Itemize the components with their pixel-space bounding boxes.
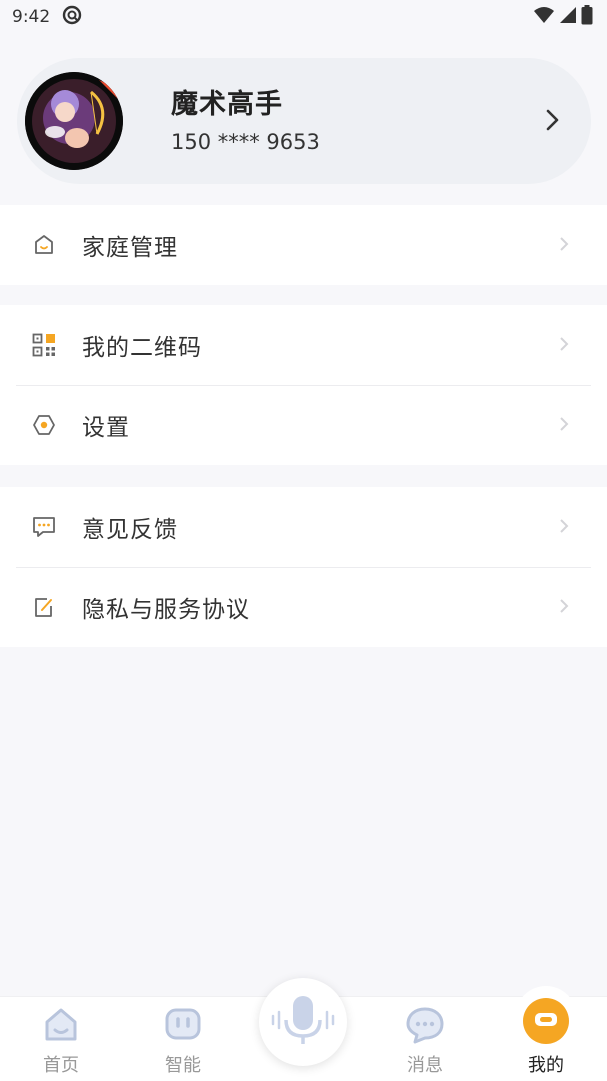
tab-profile[interactable]: 我的 [501, 986, 591, 1081]
chevron-right-icon[interactable] [545, 108, 561, 136]
signal-icon [559, 6, 577, 29]
menu-item-privacy-agreement[interactable]: 隐私与服务协议 [0, 567, 607, 647]
menu-item-label: 设置 [82, 415, 130, 441]
menu-group-family: 家庭管理 [0, 205, 607, 285]
tab-label: 智能 [165, 1055, 201, 1076]
battery-icon [581, 4, 593, 30]
home-icon [32, 233, 56, 257]
profile-tab-icon [514, 985, 578, 1053]
menu-item-label: 我的二维码 [82, 335, 202, 361]
menu-group-account: 我的二维码 设置 [0, 305, 607, 465]
tab-messages[interactable]: 消息 [380, 997, 470, 1081]
voice-button[interactable] [259, 978, 347, 1066]
menu-item-settings[interactable]: 设置 [0, 385, 607, 465]
menu-item-qr-code[interactable]: 我的二维码 [0, 305, 607, 385]
menu-item-label: 意见反馈 [82, 517, 178, 543]
profile-name: 魔术高手 [171, 89, 283, 120]
wifi-icon [533, 6, 555, 29]
chevron-right-icon [559, 416, 569, 436]
chevron-right-icon [559, 236, 569, 256]
robot-icon [163, 1005, 203, 1049]
tab-home[interactable]: 首页 [16, 997, 106, 1081]
message-icon [405, 1005, 445, 1049]
sync-icon [62, 5, 82, 30]
settings-icon [32, 413, 56, 437]
menu-item-label: 隐私与服务协议 [82, 597, 250, 623]
tab-smart[interactable]: 智能 [138, 997, 228, 1081]
chevron-right-icon [559, 518, 569, 538]
chevron-right-icon [559, 598, 569, 618]
privacy-icon [32, 595, 56, 619]
home-tab-icon [41, 1005, 81, 1049]
menu-group-support: 意见反馈 隐私与服务协议 [0, 487, 607, 647]
tab-label: 首页 [43, 1055, 79, 1076]
feedback-icon [32, 515, 56, 539]
chevron-right-icon [559, 336, 569, 356]
qr-code-icon [32, 333, 56, 357]
status-time: 9:42 [12, 7, 51, 27]
status-bar: 9:42 [0, 0, 607, 34]
microphone-icon [266, 992, 340, 1052]
menu-item-label: 家庭管理 [82, 235, 178, 261]
tab-label: 我的 [528, 1055, 564, 1076]
profile-phone: 150 **** 9653 [171, 130, 320, 154]
avatar[interactable] [25, 72, 123, 170]
menu-item-family-management[interactable]: 家庭管理 [0, 205, 607, 285]
tab-label: 消息 [407, 1055, 443, 1076]
profile-card[interactable]: 魔术高手 150 **** 9653 [17, 58, 591, 184]
menu-item-feedback[interactable]: 意见反馈 [0, 487, 607, 567]
